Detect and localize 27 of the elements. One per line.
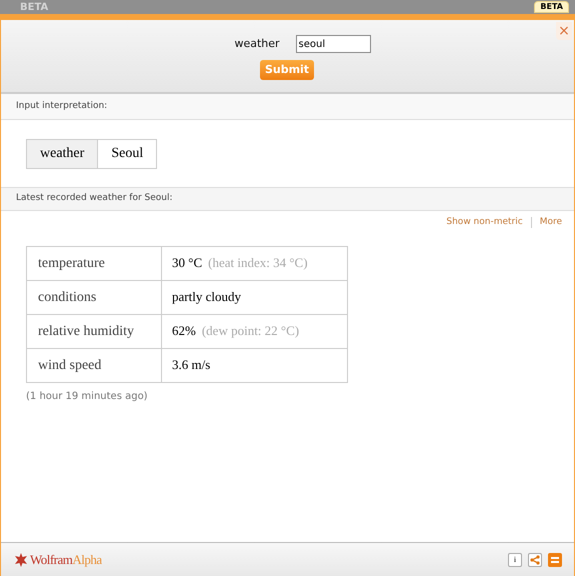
table-cell: conditions: [26, 280, 162, 314]
value-text: 3.6 m/s: [172, 357, 210, 372]
note-text: (dew point: 22 °C): [202, 323, 300, 338]
share-button[interactable]: [528, 552, 542, 566]
close-button[interactable]: ×: [556, 22, 572, 40]
value-text: partly cloudy: [172, 289, 241, 304]
submit-button[interactable]: Submit: [260, 60, 314, 80]
section-title: Input interpretation:: [16, 100, 108, 113]
value-text: 30 °C: [172, 255, 202, 270]
age-text: (1 hour 19 minutes ago): [26, 390, 149, 404]
interpretation-chip: weather: [27, 140, 98, 168]
result-link[interactable]: Show non-metric: [446, 216, 523, 230]
section-title: Latest recorded weather for Seoul:: [16, 192, 173, 206]
query-label: weather: [234, 36, 280, 52]
note-text: (heat index: 34 °C): [208, 255, 308, 270]
share-icon: [530, 554, 540, 564]
table-cell: temperature: [26, 246, 162, 280]
table-cell: wind speed: [26, 348, 162, 382]
query-field[interactable]: seoul: [296, 35, 371, 53]
value-text: 62%: [172, 323, 196, 338]
menu-button[interactable]: [548, 552, 562, 566]
brand-logo: WolframAlpha: [30, 550, 102, 569]
info-button[interactable]: i: [508, 552, 522, 566]
result-link[interactable]: More: [540, 216, 562, 230]
table-cell: relative humidity: [26, 314, 162, 348]
logo-icon: [14, 552, 28, 566]
beta-label: BETA: [20, 3, 48, 13]
